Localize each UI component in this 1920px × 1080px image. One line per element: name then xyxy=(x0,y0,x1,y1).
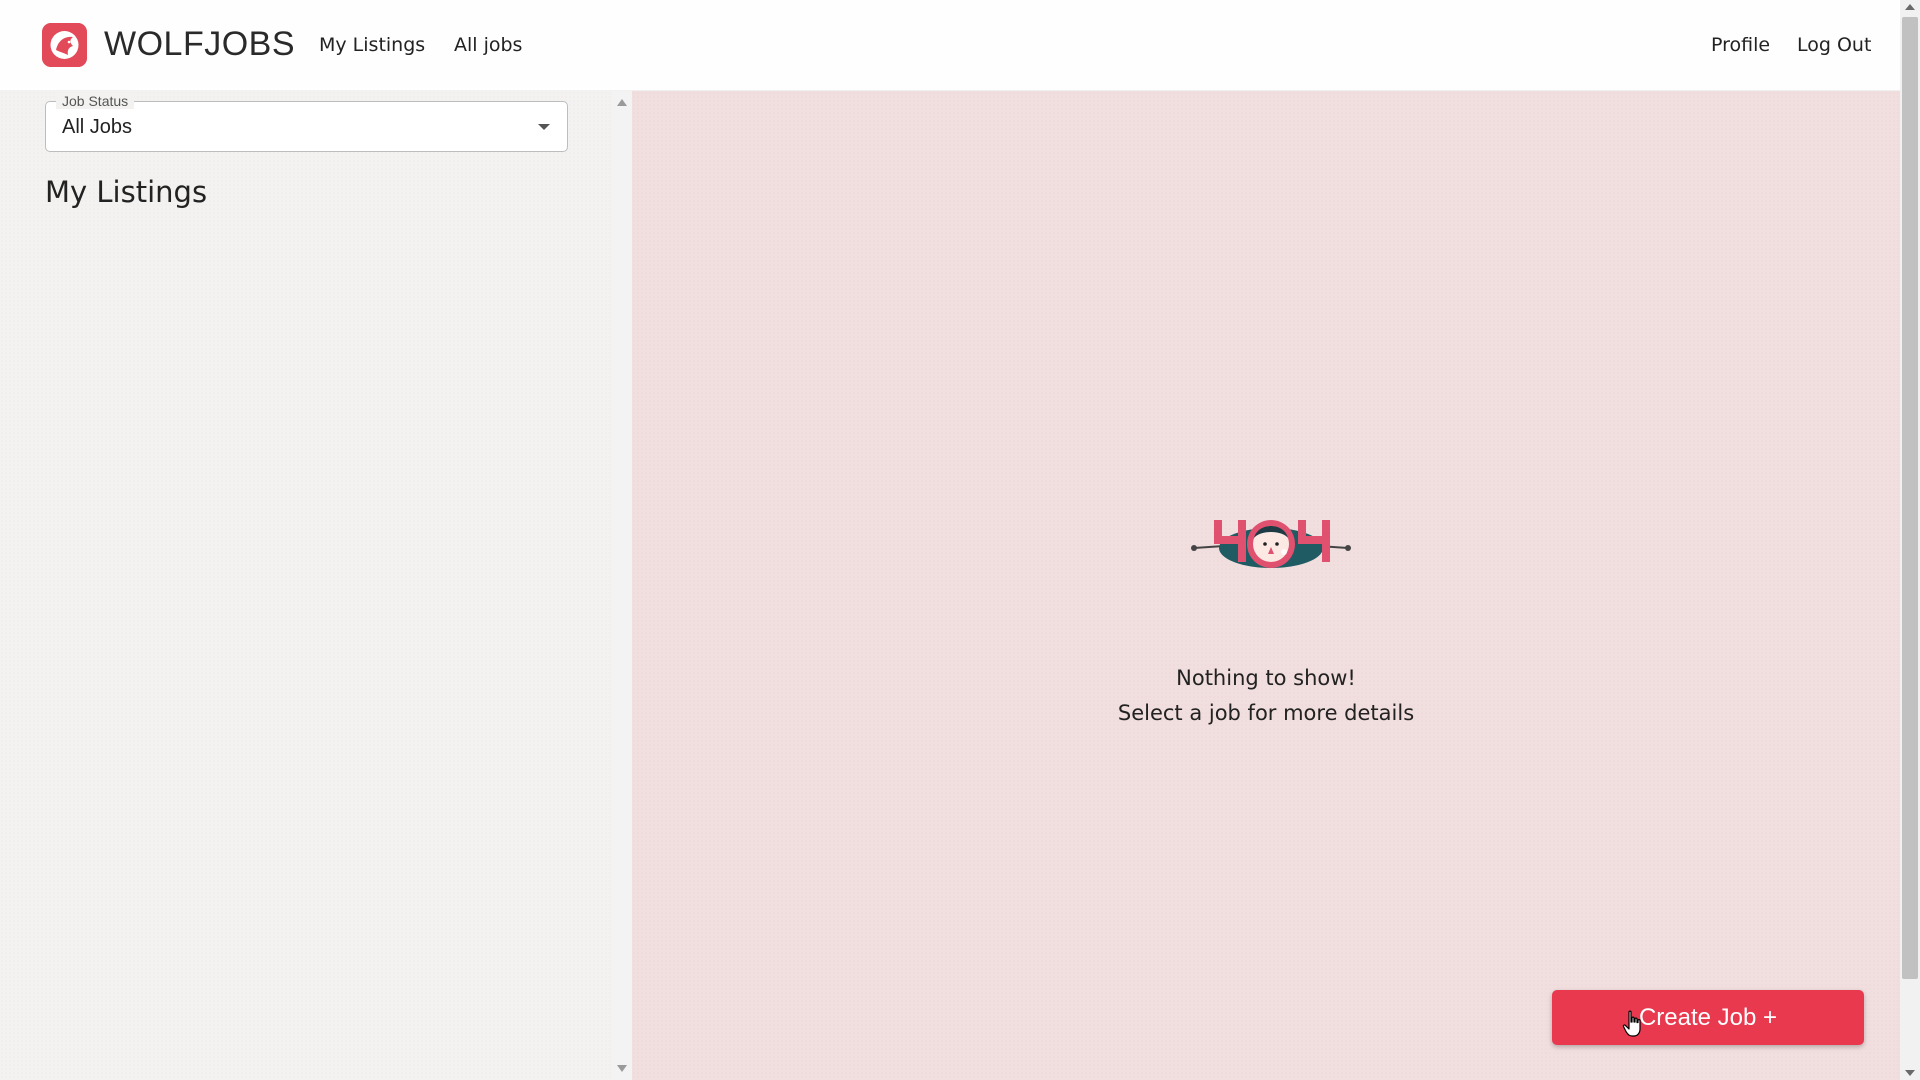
listings-sidebar xyxy=(0,91,618,1080)
sidebar-scrollbar[interactable] xyxy=(612,91,632,1080)
window-scroll-up-arrow-icon[interactable] xyxy=(1905,4,1915,10)
my-listings-heading: My Listings xyxy=(45,175,208,209)
wolfjobs-page: WOLFJOBS My Listings All jobs Profile Lo… xyxy=(0,0,1920,1080)
nav-all-jobs[interactable]: All jobs xyxy=(454,34,522,56)
scroll-up-arrow-icon[interactable] xyxy=(617,99,627,106)
brand-name[interactable]: WOLFJOBS xyxy=(104,25,295,64)
window-scroll-down-arrow-icon[interactable] xyxy=(1905,1070,1915,1076)
empty-state-subtitle: Select a job for more details xyxy=(1117,701,1415,725)
job-details-panel xyxy=(632,91,1900,1080)
nav-my-listings[interactable]: My Listings xyxy=(319,34,425,56)
empty-state-title: Nothing to show! xyxy=(1176,666,1356,690)
window-scroll-thumb[interactable] xyxy=(1902,17,1918,979)
job-status-value: All Jobs xyxy=(62,116,133,138)
create-job-button[interactable]: Create Job + xyxy=(1552,990,1864,1045)
top-navbar: WOLFJOBS My Listings All jobs Profile Lo… xyxy=(0,0,1900,91)
nav-profile[interactable]: Profile xyxy=(1711,34,1770,56)
job-status-select[interactable]: Job Status All Jobs xyxy=(45,93,568,152)
job-status-label: Job Status xyxy=(56,93,135,109)
chevron-down-icon[interactable] xyxy=(538,124,550,130)
nav-logout[interactable]: Log Out xyxy=(1797,34,1871,56)
wolf-logo-icon[interactable] xyxy=(42,23,87,67)
404-illustration-icon xyxy=(1188,508,1354,576)
window-scrollbar[interactable] xyxy=(1900,0,1920,1080)
scroll-down-arrow-icon[interactable] xyxy=(617,1065,627,1072)
